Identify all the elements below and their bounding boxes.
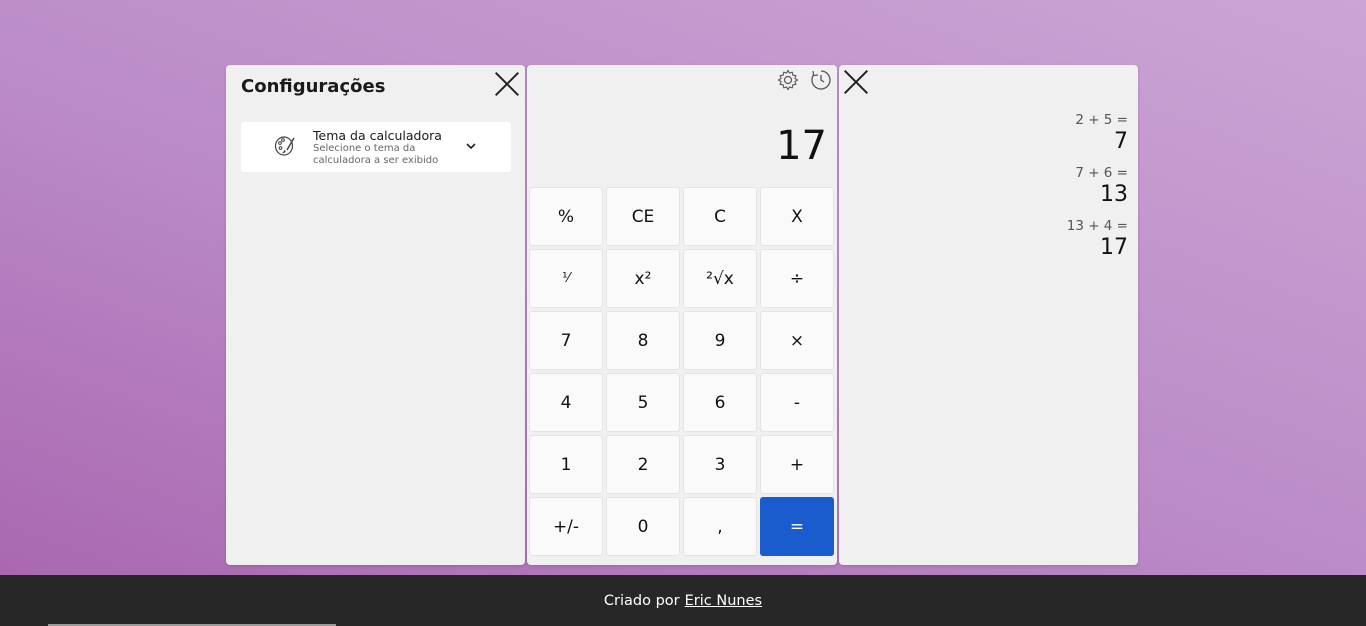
history-expression: 13 + 4 = — [1066, 218, 1128, 234]
author-link[interactable]: Eric Nunes — [685, 593, 762, 609]
footer-credit-prefix: Criado por — [603, 592, 680, 609]
digit-2-key[interactable]: 2 — [606, 435, 680, 494]
add-key[interactable]: + — [760, 435, 834, 494]
footer: Criado por Eric Nunes — [0, 575, 1366, 626]
decimal-key[interactable]: , — [683, 497, 757, 556]
history-expression: 2 + 5 = — [1075, 112, 1128, 128]
palette-icon — [274, 136, 295, 156]
clear-key[interactable]: C — [683, 187, 757, 246]
history-result: 7 — [1114, 129, 1128, 154]
digit-0-key[interactable]: 0 — [606, 497, 680, 556]
digit-4-key[interactable]: 4 — [529, 373, 603, 432]
settings-title: Configurações — [241, 76, 386, 97]
history-icon[interactable] — [810, 69, 832, 91]
square-key[interactable]: x² — [606, 249, 680, 308]
calculator-display: 17 — [776, 123, 827, 169]
subtract-key[interactable]: - — [760, 373, 834, 432]
theme-setting-name: Tema da calculadora — [313, 128, 442, 143]
square-root-key[interactable]: ²√x — [683, 249, 757, 308]
multiply-key[interactable]: × — [760, 311, 834, 370]
keypad: % CE C X ¹⁄ x² ²√x ÷ 7 8 9 × 4 5 6 - 1 2… — [529, 187, 834, 556]
digit-1-key[interactable]: 1 — [529, 435, 603, 494]
calculator-panel: 17 % CE C X ¹⁄ x² ²√x ÷ 7 8 9 × 4 5 6 - … — [527, 65, 837, 565]
equals-key[interactable]: = — [760, 497, 834, 556]
gear-icon[interactable] — [777, 69, 799, 91]
close-history-icon[interactable] — [843, 69, 869, 95]
history-entry[interactable]: 13 + 4 = 17 — [1067, 218, 1128, 262]
theme-setting-description: Selecione o tema da calculadora a ser ex… — [313, 143, 439, 166]
digit-3-key[interactable]: 3 — [683, 435, 757, 494]
backspace-key[interactable]: X — [760, 187, 834, 246]
digit-8-key[interactable]: 8 — [606, 311, 680, 370]
chevron-down-icon[interactable] — [465, 140, 477, 152]
digit-7-key[interactable]: 7 — [529, 311, 603, 370]
history-expression: 7 + 6 = — [1075, 165, 1128, 181]
theme-setting-card[interactable]: Tema da calculadora Selecione o tema da … — [241, 122, 511, 172]
digit-6-key[interactable]: 6 — [683, 373, 757, 432]
clear-entry-key[interactable]: CE — [606, 187, 680, 246]
negate-key[interactable]: +/- — [529, 497, 603, 556]
history-list: 2 + 5 = 7 7 + 6 = 13 13 + 4 = 17 — [1067, 112, 1128, 271]
settings-panel: Configurações Tema da calculadora Seleci… — [226, 65, 525, 565]
history-result: 13 — [1100, 182, 1128, 207]
history-entry[interactable]: 7 + 6 = 13 — [1067, 165, 1128, 209]
close-settings-icon[interactable] — [494, 71, 520, 97]
divide-key[interactable]: ÷ — [760, 249, 834, 308]
history-entry[interactable]: 2 + 5 = 7 — [1067, 112, 1128, 156]
history-result: 17 — [1100, 235, 1128, 260]
history-panel: 2 + 5 = 7 7 + 6 = 13 13 + 4 = 17 — [839, 65, 1138, 565]
reciprocal-key[interactable]: ¹⁄ — [529, 249, 603, 308]
digit-5-key[interactable]: 5 — [606, 373, 680, 432]
digit-9-key[interactable]: 9 — [683, 311, 757, 370]
percent-key[interactable]: % — [529, 187, 603, 246]
